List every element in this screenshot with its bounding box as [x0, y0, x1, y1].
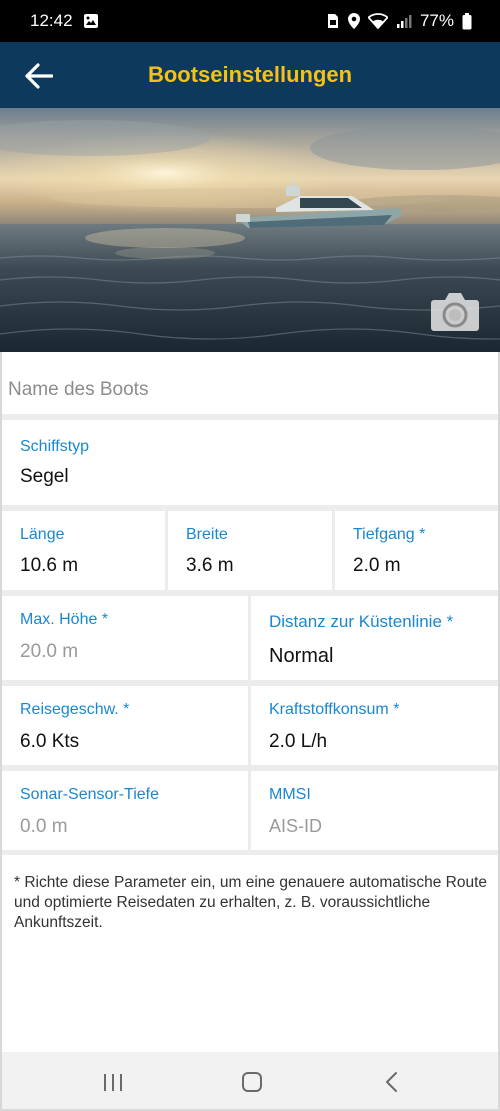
- draft-value: 2.0 m: [353, 555, 401, 576]
- signal-icon: [396, 13, 412, 29]
- length-label: Länge: [20, 526, 65, 543]
- ship-type-value: Segel: [20, 466, 69, 487]
- system-nav-bar: [0, 1052, 500, 1111]
- draft-field[interactable]: Tiefgang * 2.0 m: [335, 511, 498, 590]
- recent-apps-icon: [104, 1074, 122, 1091]
- back-button[interactable]: [22, 59, 56, 93]
- fuel-consumption-field[interactable]: Kraftstoffkonsum * 2.0 L/h: [251, 686, 498, 765]
- shore-distance-label: Distanz zur Küstenlinie *: [269, 612, 454, 631]
- mmsi-field[interactable]: MMSI AIS-ID: [251, 771, 498, 850]
- fuel-consumption-value: 2.0 L/h: [269, 731, 328, 752]
- width-value: 3.6 m: [186, 555, 234, 576]
- boat-name-input[interactable]: [2, 352, 498, 414]
- home-button[interactable]: [239, 1070, 265, 1094]
- fuel-consumption-label: Kraftstoffkonsum *: [269, 701, 400, 718]
- wifi-icon: [367, 13, 388, 29]
- boat-photo: [0, 108, 500, 352]
- sonar-depth-value: 0.0 m: [20, 816, 68, 837]
- cruise-speed-value: 6.0 Kts: [20, 731, 80, 752]
- battery-percent: 77%: [419, 11, 454, 30]
- image-icon: [83, 13, 99, 29]
- location-pin-icon: [347, 13, 360, 29]
- status-left: 12:42: [30, 11, 99, 31]
- status-time: 12:42: [30, 11, 73, 30]
- mmsi-value: AIS-ID: [269, 816, 323, 836]
- home-icon: [242, 1072, 262, 1092]
- max-height-field[interactable]: Max. Höhe * 20.0 m: [2, 596, 248, 680]
- boat-photo-illustration: [0, 108, 500, 352]
- cruise-speed-field[interactable]: Reisegeschw. * 6.0 Kts: [2, 686, 248, 765]
- system-back-button[interactable]: [380, 1070, 406, 1094]
- change-photo-button[interactable]: [430, 290, 480, 332]
- recent-apps-button[interactable]: [100, 1070, 126, 1094]
- ship-type-label: Schiffstyp: [20, 438, 90, 455]
- width-field[interactable]: Breite 3.6 m: [168, 511, 332, 590]
- sim-icon: [326, 13, 340, 29]
- app-header: Bootseinstellungen: [0, 42, 500, 108]
- shore-distance-value: Normal: [269, 645, 334, 667]
- camera-icon: [431, 293, 479, 331]
- length-field[interactable]: Länge 10.6 m: [2, 511, 165, 590]
- footnote-area: * Richte diese Parameter ein, um eine ge…: [2, 855, 498, 1052]
- battery-icon: [462, 12, 472, 30]
- cruise-speed-label: Reisegeschw. *: [20, 701, 130, 718]
- chevron-left-icon: [386, 1072, 397, 1092]
- ship-type-field[interactable]: Schiffstyp Segel: [2, 420, 498, 505]
- mmsi-label: MMSI: [269, 786, 311, 803]
- sonar-depth-field[interactable]: Sonar-Sensor-Tiefe 0.0 m: [2, 771, 248, 850]
- page-title: Bootseinstellungen: [147, 62, 353, 87]
- sonar-depth-label: Sonar-Sensor-Tiefe: [20, 786, 160, 803]
- arrow-left-icon: [25, 63, 53, 89]
- status-right: 77%: [326, 11, 472, 31]
- boat-settings-form: Schiffstyp Segel Länge 10.6 m Breite 3.6…: [0, 352, 500, 1052]
- footnote-text: * Richte diese Parameter ein, um eine ge…: [14, 874, 488, 931]
- width-label: Breite: [186, 526, 228, 543]
- length-value: 10.6 m: [20, 555, 79, 576]
- shore-distance-field[interactable]: Distanz zur Küstenlinie * Normal: [251, 596, 498, 680]
- max-height-label: Max. Höhe *: [20, 611, 109, 628]
- draft-label: Tiefgang *: [353, 526, 426, 543]
- max-height-value: 20.0 m: [20, 641, 79, 662]
- status-bar: 12:42 77%: [0, 0, 500, 42]
